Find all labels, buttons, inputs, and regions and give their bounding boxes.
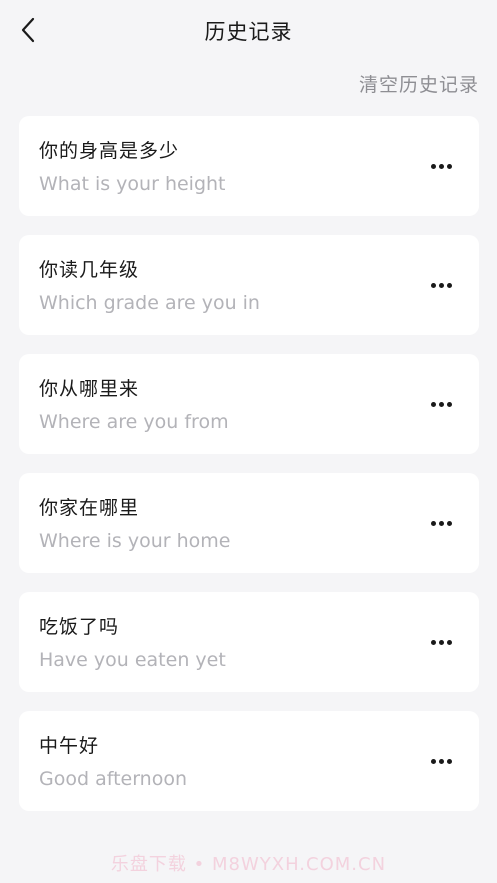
history-item[interactable]: 你读几年级 Which grade are you in xyxy=(19,235,479,335)
more-horizontal-icon xyxy=(430,282,452,288)
history-item-english: Which grade are you in xyxy=(39,292,260,314)
history-item[interactable]: 吃饭了吗 Have you eaten yet xyxy=(19,592,479,692)
more-horizontal-icon xyxy=(430,639,452,645)
more-options-button[interactable] xyxy=(423,511,459,535)
more-options-button[interactable] xyxy=(423,749,459,773)
more-horizontal-icon xyxy=(430,401,452,407)
history-item-english: Have you eaten yet xyxy=(39,649,226,671)
history-item[interactable]: 你的身高是多少 What is your height xyxy=(19,116,479,216)
more-horizontal-icon xyxy=(430,758,452,764)
more-options-button[interactable] xyxy=(423,273,459,297)
history-item-chinese: 你从哪里来 xyxy=(39,378,140,400)
watermark: 乐盘下载 • M8WYXH.COM.CN xyxy=(110,854,387,875)
history-item-english: Where is your home xyxy=(39,530,231,552)
history-item-english: Where are you from xyxy=(39,411,229,433)
history-item-english: What is your height xyxy=(39,173,226,195)
more-horizontal-icon xyxy=(430,520,452,526)
header-bar: 历史记录 xyxy=(0,0,497,60)
more-options-button[interactable] xyxy=(423,392,459,416)
history-item-english: Good afternoon xyxy=(39,768,188,790)
history-item-chinese: 吃饭了吗 xyxy=(39,616,120,638)
history-item[interactable]: 你家在哪里 Where is your home xyxy=(19,473,479,573)
history-item[interactable]: 你从哪里来 Where are you from xyxy=(19,354,479,454)
history-item-chinese: 你读几年级 xyxy=(39,259,140,281)
more-options-button[interactable] xyxy=(423,154,459,178)
history-item-chinese: 你家在哪里 xyxy=(39,497,140,519)
more-horizontal-icon xyxy=(430,163,452,169)
history-item-chinese: 你的身高是多少 xyxy=(39,140,180,162)
page-title: 历史记录 xyxy=(204,20,293,44)
history-item-chinese: 中午好 xyxy=(39,735,100,757)
history-list: 你的身高是多少 What is your height 你读几年级 Which … xyxy=(19,116,479,830)
history-screen: 历史记录 清空历史记录 你的身高是多少 What is your height … xyxy=(0,0,497,883)
more-options-button[interactable] xyxy=(423,630,459,654)
clear-history-button[interactable]: 清空历史记录 xyxy=(359,70,479,97)
history-item[interactable]: 中午好 Good afternoon xyxy=(19,711,479,811)
